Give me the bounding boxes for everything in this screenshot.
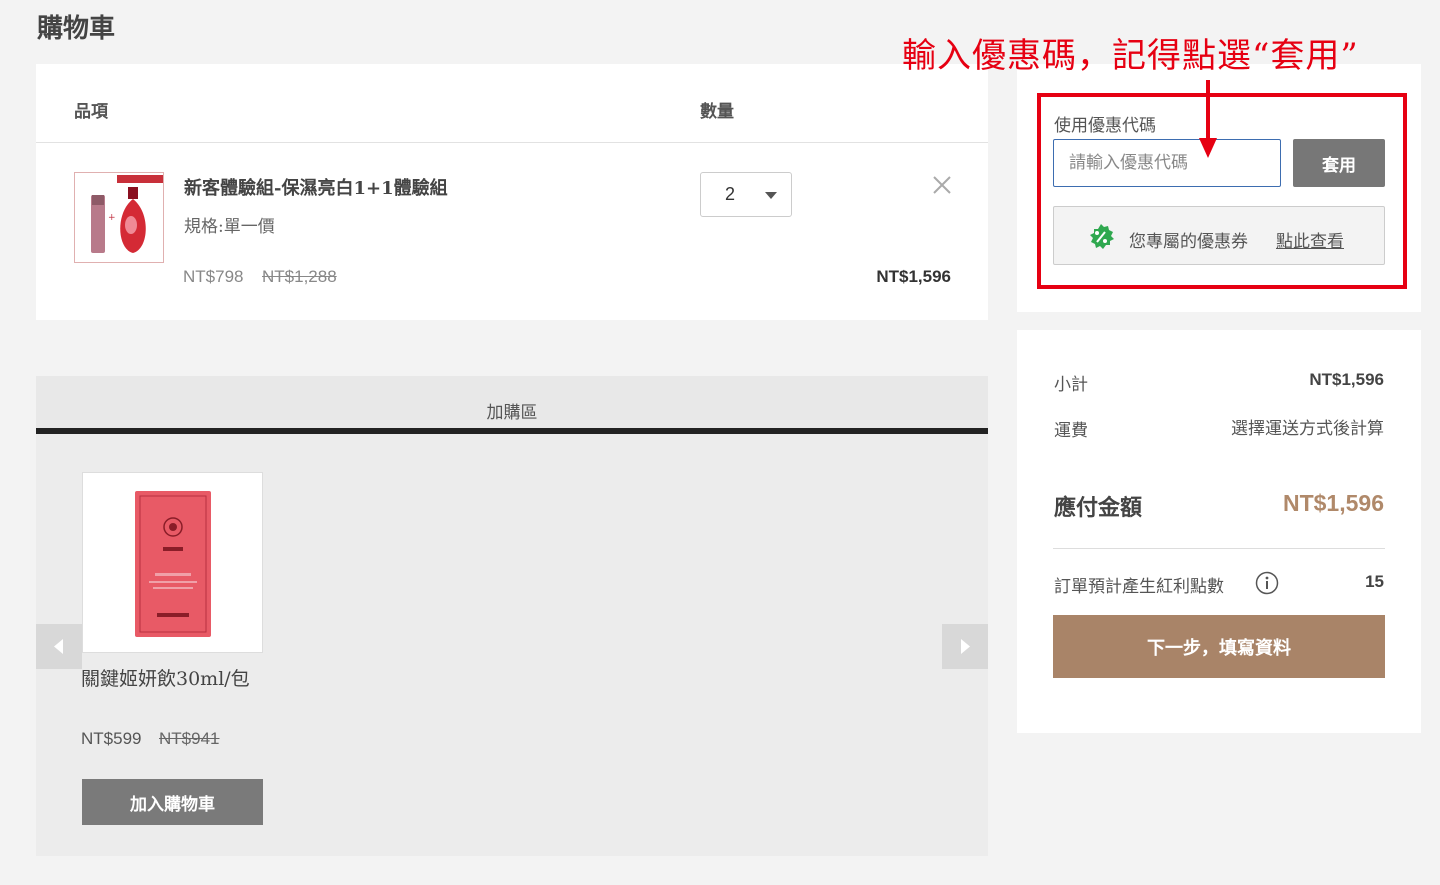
quantity-select[interactable]: 2 bbox=[700, 172, 792, 217]
product-spec: 規格:單一價 bbox=[184, 217, 275, 237]
shipping-label: 運費 bbox=[1054, 421, 1088, 441]
annotation-arrow-icon bbox=[1199, 80, 1217, 158]
close-icon[interactable] bbox=[931, 174, 953, 196]
shipping-value: 選擇運送方式後計算 bbox=[1231, 419, 1384, 439]
cart-header: 品項 數量 bbox=[36, 64, 988, 143]
order-summary-panel: 小計 NT$1,596 運費 選擇運送方式後計算 應付金額 NT$1,596 訂… bbox=[1017, 330, 1421, 733]
addon-title: 加購區 bbox=[486, 403, 538, 423]
addon-product-original-price: NT$941 bbox=[159, 729, 220, 748]
carousel-prev-button[interactable] bbox=[36, 624, 82, 669]
addon-section: 加購區 關鍵姬妍飲30ml/包 NT$599 NT$941 加入購物車 bbox=[36, 376, 988, 856]
chevron-right-icon bbox=[961, 639, 970, 654]
chevron-left-icon bbox=[54, 639, 63, 654]
total-label: 應付金額 bbox=[1054, 495, 1143, 521]
cart-panel: 品項 數量 + 新客體驗組-保濕亮白1+1體驗組 規格:單一價 NT$798 N… bbox=[36, 64, 988, 320]
product-price: NT$798 bbox=[183, 267, 244, 286]
points-value: 15 bbox=[1365, 572, 1384, 591]
addon-product-name[interactable]: 關鍵姬妍飲30ml/包 bbox=[81, 664, 250, 691]
line-total: NT$1,596 bbox=[876, 267, 951, 286]
points-label: 訂單預計產生紅利點數 bbox=[1054, 577, 1224, 597]
subtotal-label: 小計 bbox=[1054, 375, 1088, 395]
total-value: NT$1,596 bbox=[1282, 490, 1384, 516]
page-title: 購物車 bbox=[37, 14, 116, 44]
next-step-button[interactable]: 下一步，填寫資料 bbox=[1053, 615, 1385, 678]
chevron-down-icon bbox=[765, 192, 777, 199]
quantity-value: 2 bbox=[725, 184, 736, 204]
column-header-item: 品項 bbox=[74, 102, 108, 122]
svg-text:+: + bbox=[108, 213, 116, 223]
addon-product-image[interactable] bbox=[82, 472, 263, 653]
column-header-quantity: 數量 bbox=[700, 102, 734, 122]
product-name[interactable]: 新客體驗組-保濕亮白1+1體驗組 bbox=[184, 174, 448, 200]
annotation-text: 輸入優惠碼，記得點選“套用” bbox=[902, 36, 1359, 76]
info-icon[interactable] bbox=[1255, 571, 1279, 595]
product-original-price: NT$1,288 bbox=[262, 267, 337, 286]
summary-divider bbox=[1053, 548, 1385, 549]
carousel-next-button[interactable] bbox=[942, 624, 988, 669]
addon-product-price: NT$599 bbox=[81, 729, 142, 748]
product-thumbnail[interactable]: + bbox=[74, 172, 164, 263]
annotation-highlight-box bbox=[1037, 93, 1407, 289]
subtotal-value: NT$1,596 bbox=[1309, 370, 1384, 389]
add-to-cart-button[interactable]: 加入購物車 bbox=[82, 779, 263, 825]
addon-header: 加購區 bbox=[36, 376, 988, 434]
